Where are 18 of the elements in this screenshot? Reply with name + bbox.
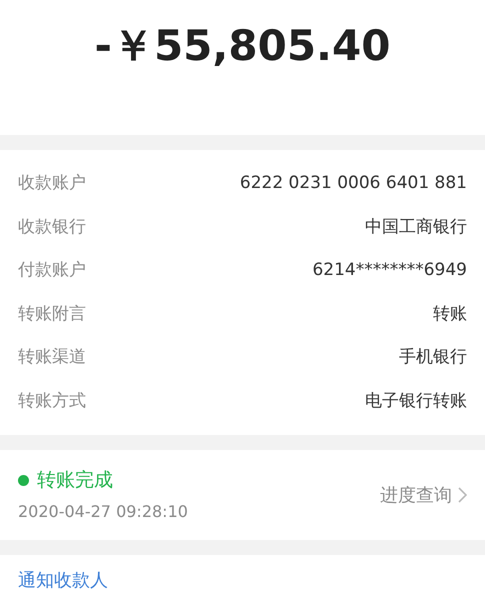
detail-value: 转账 <box>433 302 467 326</box>
detail-label: 收款银行 <box>18 216 86 238</box>
detail-value: 中国工商银行 <box>365 216 467 238</box>
notify-payee-link[interactable]: 通知收款人 <box>18 567 108 594</box>
detail-label: 转账渠道 <box>18 346 86 369</box>
detail-value: 6222 0231 0006 6401 881 <box>240 172 467 195</box>
detail-label: 付款账户 <box>18 259 86 282</box>
detail-label: 转账方式 <box>18 390 86 412</box>
amount: -￥55,805.40 <box>94 20 390 72</box>
detail-label: 转账附言 <box>18 302 86 326</box>
detail-value: 6214********6949 <box>312 259 467 282</box>
transfer-time: 2020-04-27 09:28:10 <box>18 501 188 524</box>
chevron-right-icon <box>458 487 467 503</box>
detail-value: 电子银行转账 <box>365 390 467 412</box>
detail-value: 手机银行 <box>399 346 467 369</box>
status-text: 转账完成 <box>37 468 113 493</box>
detail-label: 收款账户 <box>18 172 86 195</box>
progress-link[interactable]: 进度查询 <box>380 482 467 508</box>
